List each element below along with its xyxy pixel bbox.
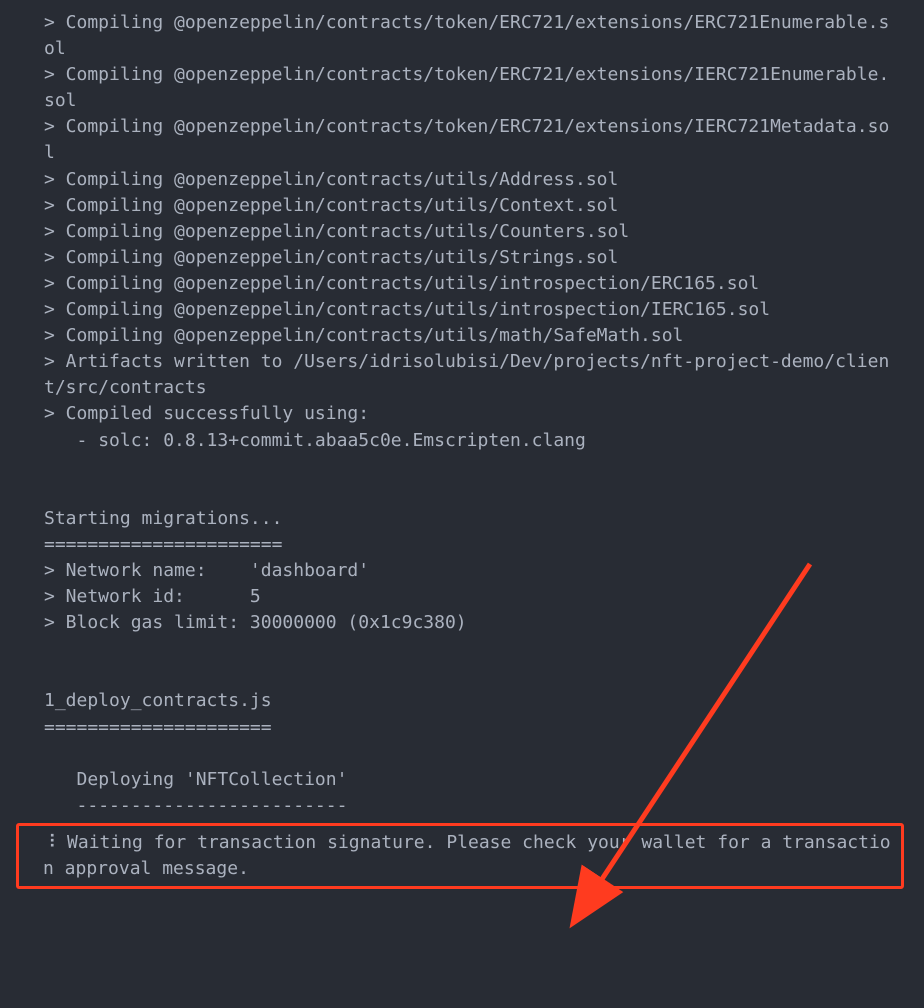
terminal-line: > Block gas limit: 30000000 (0x1c9c380) — [44, 610, 894, 636]
terminal-line: ====================== — [44, 532, 894, 558]
terminal-line: > Artifacts written to /Users/idrisolubi… — [44, 349, 894, 401]
terminal-line: Starting migrations... — [44, 506, 894, 532]
terminal-line: ------------------------- — [44, 793, 894, 819]
terminal-line: 1_deploy_contracts.js — [44, 688, 894, 714]
terminal-line: ===================== — [44, 715, 894, 741]
terminal-line: > Compiling @openzeppelin/contracts/util… — [44, 297, 894, 323]
terminal-line: > Compiling @openzeppelin/contracts/util… — [44, 193, 894, 219]
terminal-line: Deploying 'NFTCollection' — [44, 767, 894, 793]
terminal-line: > Compiling @openzeppelin/contracts/toke… — [44, 114, 894, 166]
terminal-line: > Compiling @openzeppelin/contracts/util… — [44, 219, 894, 245]
terminal-line: - solc: 0.8.13+commit.abaa5c0e.Emscripte… — [44, 428, 894, 454]
terminal-line: > Compiling @openzeppelin/contracts/util… — [44, 167, 894, 193]
terminal-line: > Compiling @openzeppelin/contracts/util… — [44, 271, 894, 297]
terminal-output: > Compiling @openzeppelin/contracts/toke… — [0, 10, 924, 819]
terminal-line: > Compiling @openzeppelin/contracts/util… — [44, 245, 894, 271]
terminal-line: > Compiling @openzeppelin/contracts/toke… — [44, 62, 894, 114]
waiting-signature-highlight: ⠸ Waiting for transaction signature. Ple… — [16, 823, 904, 889]
terminal-line: > Network id: 5 — [44, 584, 894, 610]
terminal-line: > Compiling @openzeppelin/contracts/util… — [44, 323, 894, 349]
terminal-line: > Compiled successfully using: — [44, 401, 894, 427]
terminal-line: > Network name: 'dashboard' — [44, 558, 894, 584]
terminal-line: > Compiling @openzeppelin/contracts/toke… — [44, 10, 894, 62]
waiting-signature-message: ⠸ Waiting for transaction signature. Ple… — [43, 830, 897, 882]
